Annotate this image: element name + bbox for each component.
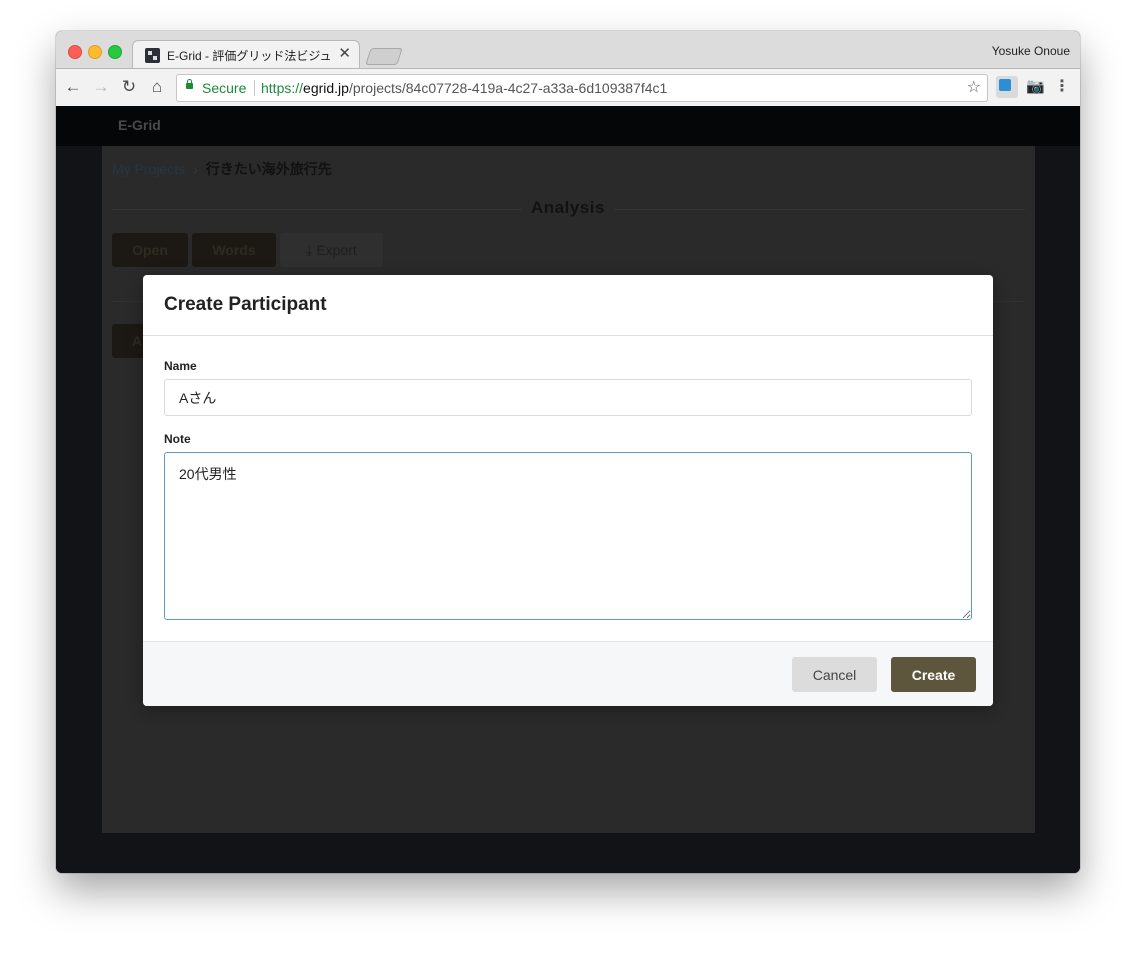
address-separator: [254, 80, 255, 96]
breadcrumb-my-projects[interactable]: My Projects: [112, 161, 185, 177]
modal-title: Create Participant: [164, 294, 327, 315]
forward-arrow-icon[interactable]: →: [91, 77, 111, 97]
name-input[interactable]: [164, 379, 972, 416]
url-path: /projects/84c07728-419a-4c27-a33a-6d1093…: [348, 80, 668, 96]
breadcrumb-current: 行きたい海外旅行先: [205, 161, 332, 177]
close-tab-icon[interactable]: ✕: [338, 45, 351, 63]
new-tab-button[interactable]: [365, 48, 403, 65]
close-window-button[interactable]: [68, 45, 82, 59]
browser-window: E-Grid - 評価グリッド法ビジュ ✕ Yosuke Onoue ← → ↻…: [56, 31, 1080, 873]
url-scheme: https://: [261, 80, 304, 96]
words-button[interactable]: Words: [192, 233, 276, 267]
note-textarea[interactable]: 20代男性: [164, 452, 972, 620]
breadcrumb: My Projects › 行きたい海外旅行先: [112, 159, 332, 179]
menu-icon[interactable]: ⋮: [1054, 76, 1070, 98]
camera-icon[interactable]: 📷: [1026, 76, 1045, 98]
home-icon[interactable]: ⌂: [147, 77, 167, 97]
browser-tab[interactable]: E-Grid - 評価グリッド法ビジュ ✕: [132, 40, 360, 69]
tab-title: E-Grid - 評価グリッド法ビジュ: [167, 49, 332, 63]
export-button[interactable]: ⤓ Export: [280, 233, 383, 267]
zoom-window-button[interactable]: [108, 45, 122, 59]
brand-logo[interactable]: E-Grid: [118, 117, 161, 133]
create-participant-modal: Create Participant Name Note 20代男性 Cance…: [143, 275, 993, 706]
download-icon: ⤓: [306, 242, 313, 258]
modal-footer: Cancel Create: [143, 641, 993, 706]
note-label: Note: [164, 432, 191, 446]
url-host: egrid.jp: [303, 80, 349, 96]
back-arrow-icon[interactable]: ←: [63, 77, 83, 97]
create-button[interactable]: Create: [891, 657, 976, 692]
modal-header: Create Participant: [143, 275, 993, 336]
app-navbar: E-Grid: [56, 106, 1080, 146]
lock-icon: [186, 79, 193, 89]
browser-toolbar: ← → ↻ ⌂ Secure https://egrid.jp/projects…: [56, 68, 1080, 108]
breadcrumb-separator: ›: [193, 161, 198, 177]
title-bar: E-Grid - 評価グリッド法ビジュ ✕ Yosuke Onoue: [56, 31, 1080, 69]
cancel-button[interactable]: Cancel: [792, 657, 877, 692]
address-bar[interactable]: Secure https://egrid.jp/projects/84c0772…: [176, 74, 988, 102]
export-label: Export: [316, 242, 357, 258]
secure-label: Secure: [202, 80, 247, 96]
bookmark-star-icon[interactable]: ☆: [967, 75, 981, 101]
profile-name[interactable]: Yosuke Onoue: [992, 44, 1070, 58]
extension-icon[interactable]: [996, 76, 1018, 98]
minimize-window-button[interactable]: [88, 45, 102, 59]
reload-icon[interactable]: ↻: [119, 77, 139, 97]
page: E-Grid My Projects › 行きたい海外旅行先 Analysis Op…: [56, 106, 1080, 873]
name-label: Name: [164, 359, 197, 373]
favicon-icon: [145, 48, 160, 63]
url-text[interactable]: https://egrid.jp/projects/84c07728-419a-…: [261, 75, 667, 101]
open-button[interactable]: Open: [112, 233, 188, 267]
section-title: Analysis: [522, 198, 614, 220]
